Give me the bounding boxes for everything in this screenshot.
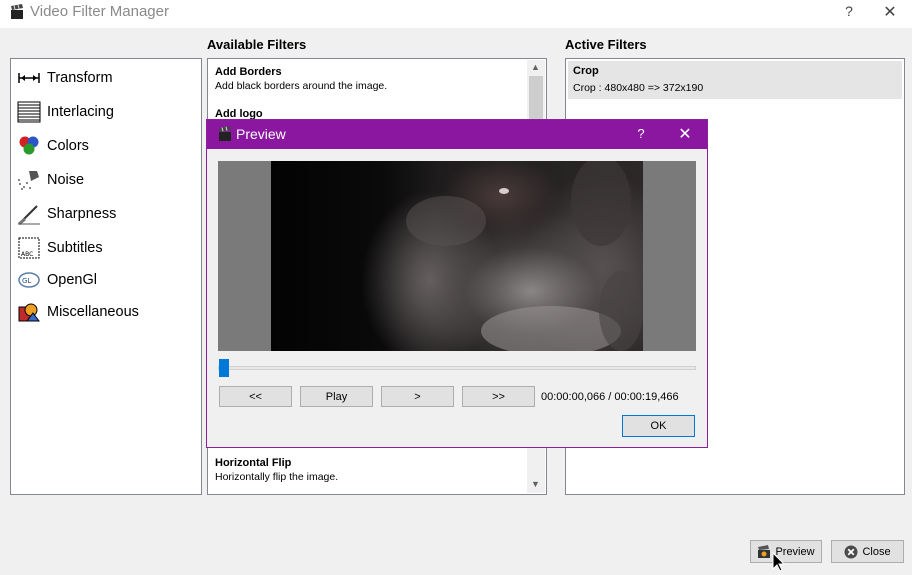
- filter-description: Crop : 480x480 => 372x190: [573, 82, 704, 94]
- video-frame: [271, 161, 643, 351]
- video-area: [218, 161, 696, 351]
- ok-button[interactable]: OK: [622, 415, 695, 437]
- seek-slider-track[interactable]: [218, 366, 696, 370]
- scroll-down-icon[interactable]: ▼: [531, 479, 540, 489]
- subtitles-icon: ABC: [17, 237, 41, 259]
- scroll-up-icon[interactable]: ▲: [531, 62, 540, 72]
- colors-icon: [17, 135, 41, 157]
- close-window-button[interactable]: ✕: [882, 2, 898, 22]
- scrollbar-thumb[interactable]: [529, 76, 543, 120]
- category-label: Noise: [47, 172, 85, 188]
- category-interlacing[interactable]: Interlacing: [17, 100, 114, 124]
- active-filters-heading: Active Filters: [565, 37, 647, 52]
- category-label: Subtitles: [47, 240, 103, 256]
- svg-text:ABC: ABC: [21, 251, 33, 258]
- filter-name: Horizontal Flip: [215, 457, 292, 469]
- preview-help-button[interactable]: ?: [635, 126, 647, 141]
- category-list: Transform Interlacing Colors Noise Sharp…: [10, 58, 202, 495]
- rewind-button[interactable]: <<: [219, 386, 292, 407]
- category-colors[interactable]: Colors: [17, 134, 89, 158]
- time-readout: 00:00:00,066 / 00:00:19,466: [541, 391, 679, 403]
- category-transform[interactable]: Transform: [17, 66, 113, 90]
- play-button[interactable]: Play: [300, 386, 373, 407]
- preview-title: Preview: [236, 126, 286, 142]
- category-opengl[interactable]: GL OpenGl: [17, 268, 97, 292]
- svg-text:GL: GL: [22, 277, 31, 285]
- clapperboard-icon: [9, 4, 25, 20]
- category-label: Transform: [47, 70, 113, 86]
- close-button-label: Close: [862, 545, 891, 558]
- next-frame-button[interactable]: >: [381, 386, 454, 407]
- filter-description: Horizontally flip the image.: [215, 471, 339, 483]
- filter-name: Add Borders: [215, 66, 282, 78]
- transform-icon: [17, 67, 41, 89]
- sharpness-icon: [17, 203, 41, 226]
- filter-item-horizontal-flip[interactable]: Horizontal Flip Horizontally flip the im…: [215, 457, 338, 483]
- preview-close-button[interactable]: ✕: [678, 124, 692, 144]
- category-label: Interlacing: [47, 104, 114, 120]
- filter-item-add-borders[interactable]: Add Borders Add black borders around the…: [215, 66, 387, 92]
- category-noise[interactable]: Noise: [17, 168, 84, 192]
- category-subtitles[interactable]: ABC Subtitles: [17, 236, 103, 260]
- category-label: Miscellaneous: [47, 304, 139, 320]
- filter-name: Crop: [573, 65, 599, 77]
- window-title: Video Filter Manager: [30, 3, 169, 20]
- filter-description: Add black borders around the image.: [215, 80, 388, 92]
- opengl-icon: GL: [17, 269, 41, 291]
- category-miscellaneous[interactable]: Miscellaneous: [17, 300, 139, 324]
- clapperboard-icon: [217, 126, 233, 142]
- active-filter-item-crop[interactable]: Crop Crop : 480x480 => 372x190: [568, 61, 902, 99]
- close-button[interactable]: Close: [831, 540, 904, 563]
- noise-icon: [17, 169, 41, 191]
- available-filters-heading: Available Filters: [207, 37, 307, 52]
- category-sharpness[interactable]: Sharpness: [17, 202, 116, 226]
- category-label: Colors: [47, 138, 89, 154]
- fast-forward-button[interactable]: >>: [462, 386, 535, 407]
- miscellaneous-icon: [17, 301, 41, 323]
- category-label: OpenGl: [47, 272, 97, 288]
- mouse-cursor-icon: [772, 551, 788, 572]
- preview-icon: [757, 544, 771, 559]
- seek-slider-handle[interactable]: [219, 359, 229, 377]
- interlacing-icon: [17, 101, 41, 123]
- preview-dialog: Preview ? ✕ << Play > >> 00:00:00,066 / …: [206, 119, 708, 448]
- category-label: Sharpness: [47, 206, 117, 222]
- help-button[interactable]: ?: [842, 3, 856, 19]
- close-circle-icon: [844, 545, 858, 559]
